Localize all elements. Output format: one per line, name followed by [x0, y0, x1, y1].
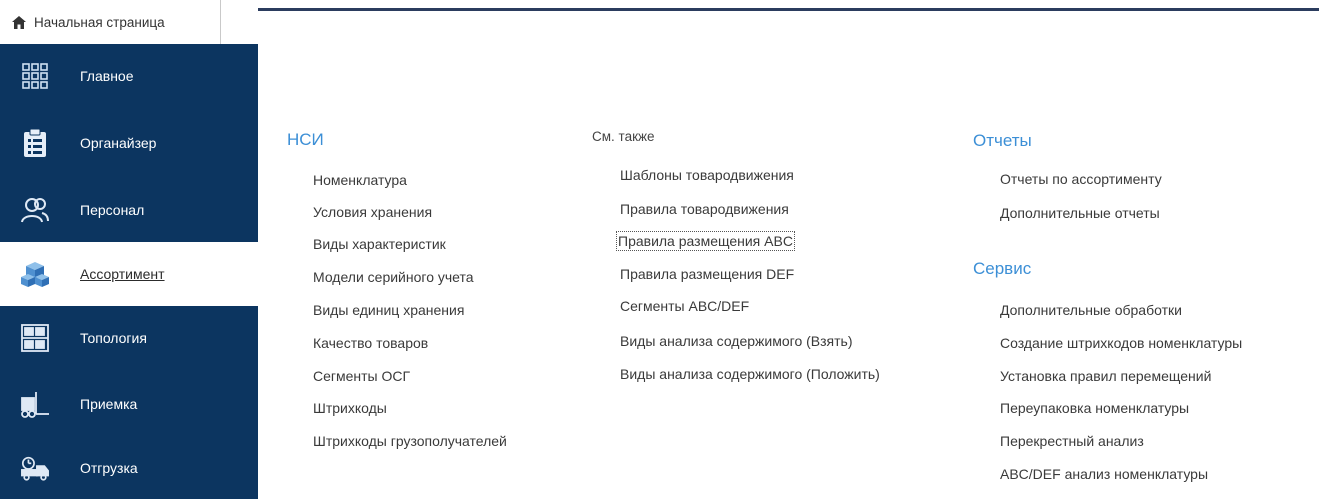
sidebar-item-label: Приемка — [80, 396, 138, 412]
link-create-nomenclature-barcodes[interactable]: Создание штрихкодов номенклатуры — [1000, 335, 1242, 351]
link-set-movement-rules[interactable]: Установка правил перемещений — [1000, 368, 1211, 384]
sidebar-item-label: Топология — [80, 330, 147, 346]
link-barcodes[interactable]: Штрихкоды — [313, 400, 387, 416]
link-storage-conditions[interactable]: Условия хранения — [313, 204, 432, 220]
section-title-nsi: НСИ — [287, 130, 324, 149]
home-tab[interactable]: Начальная страница — [0, 0, 221, 44]
link-movement-templates[interactable]: Шаблоны товародвижения — [620, 167, 794, 183]
link-additional-reports[interactable]: Дополнительные отчеты — [1000, 205, 1160, 221]
sidebar-item-label: Ассортимент — [80, 266, 165, 282]
link-consignee-barcodes[interactable]: Штрихкоды грузополучателей — [313, 433, 507, 449]
shelves-icon — [20, 323, 50, 353]
top-border — [258, 8, 1319, 11]
sidebar-item-receiving[interactable]: Приемка — [0, 372, 258, 436]
truck-icon — [20, 453, 50, 483]
boxes-icon — [20, 259, 50, 289]
grid-icon — [20, 61, 50, 91]
link-content-analysis-take[interactable]: Виды анализа содержимого (Взять) — [620, 333, 852, 349]
sidebar: Главное Органайзер Персонал Ассортимент … — [0, 44, 258, 499]
link-def-placement-rules[interactable]: Правила размещения DEF — [620, 266, 794, 282]
link-repack-nomenclature[interactable]: Переупаковка номенклатуры — [1000, 400, 1189, 416]
section-title-service: Сервис — [973, 259, 1032, 278]
link-osg-segments[interactable]: Сегменты ОСГ — [313, 368, 410, 384]
link-serial-models[interactable]: Модели серийного учета — [313, 269, 474, 285]
sidebar-item-main[interactable]: Главное — [0, 44, 258, 108]
link-additional-processing[interactable]: Дополнительные обработки — [1000, 302, 1182, 318]
link-storage-unit-types[interactable]: Виды единиц хранения — [313, 302, 464, 318]
link-characteristic-types[interactable]: Виды характеристик — [313, 236, 446, 252]
link-movement-rules[interactable]: Правила товародвижения — [620, 201, 789, 217]
forklift-icon — [20, 389, 50, 419]
link-nomenclature[interactable]: Номенклатура — [313, 172, 407, 188]
section-title-see-also: См. также — [592, 129, 655, 144]
people-icon — [20, 195, 50, 225]
link-assortment-reports[interactable]: Отчеты по ассортименту — [1000, 171, 1162, 187]
link-content-analysis-put[interactable]: Виды анализа содержимого (Положить) — [620, 366, 880, 382]
link-abc-placement-rules[interactable]: Правила размещения ABC — [616, 231, 795, 251]
sidebar-item-label: Персонал — [80, 202, 145, 218]
sidebar-item-organizer[interactable]: Органайзер — [0, 111, 258, 175]
link-cross-analysis[interactable]: Перекрестный анализ — [1000, 433, 1144, 449]
link-abc-def-segments[interactable]: Сегменты ABC/DEF — [620, 298, 749, 314]
home-icon — [12, 15, 26, 29]
sidebar-item-shipping[interactable]: Отгрузка — [0, 436, 258, 500]
sidebar-item-label: Отгрузка — [80, 460, 138, 476]
link-abc-def-analysis[interactable]: ABC/DEF анализ номенклатуры — [1000, 466, 1208, 482]
section-title-reports: Отчеты — [973, 131, 1032, 150]
clipboard-icon — [20, 128, 50, 158]
sidebar-item-assortment[interactable]: Ассортимент — [0, 242, 258, 306]
sidebar-item-topology[interactable]: Топология — [0, 306, 258, 370]
sidebar-item-label: Органайзер — [80, 135, 157, 151]
sidebar-item-personnel[interactable]: Персонал — [0, 178, 258, 242]
link-goods-quality[interactable]: Качество товаров — [313, 335, 428, 351]
sidebar-item-label: Главное — [80, 68, 134, 84]
home-tab-label: Начальная страница — [34, 14, 165, 30]
